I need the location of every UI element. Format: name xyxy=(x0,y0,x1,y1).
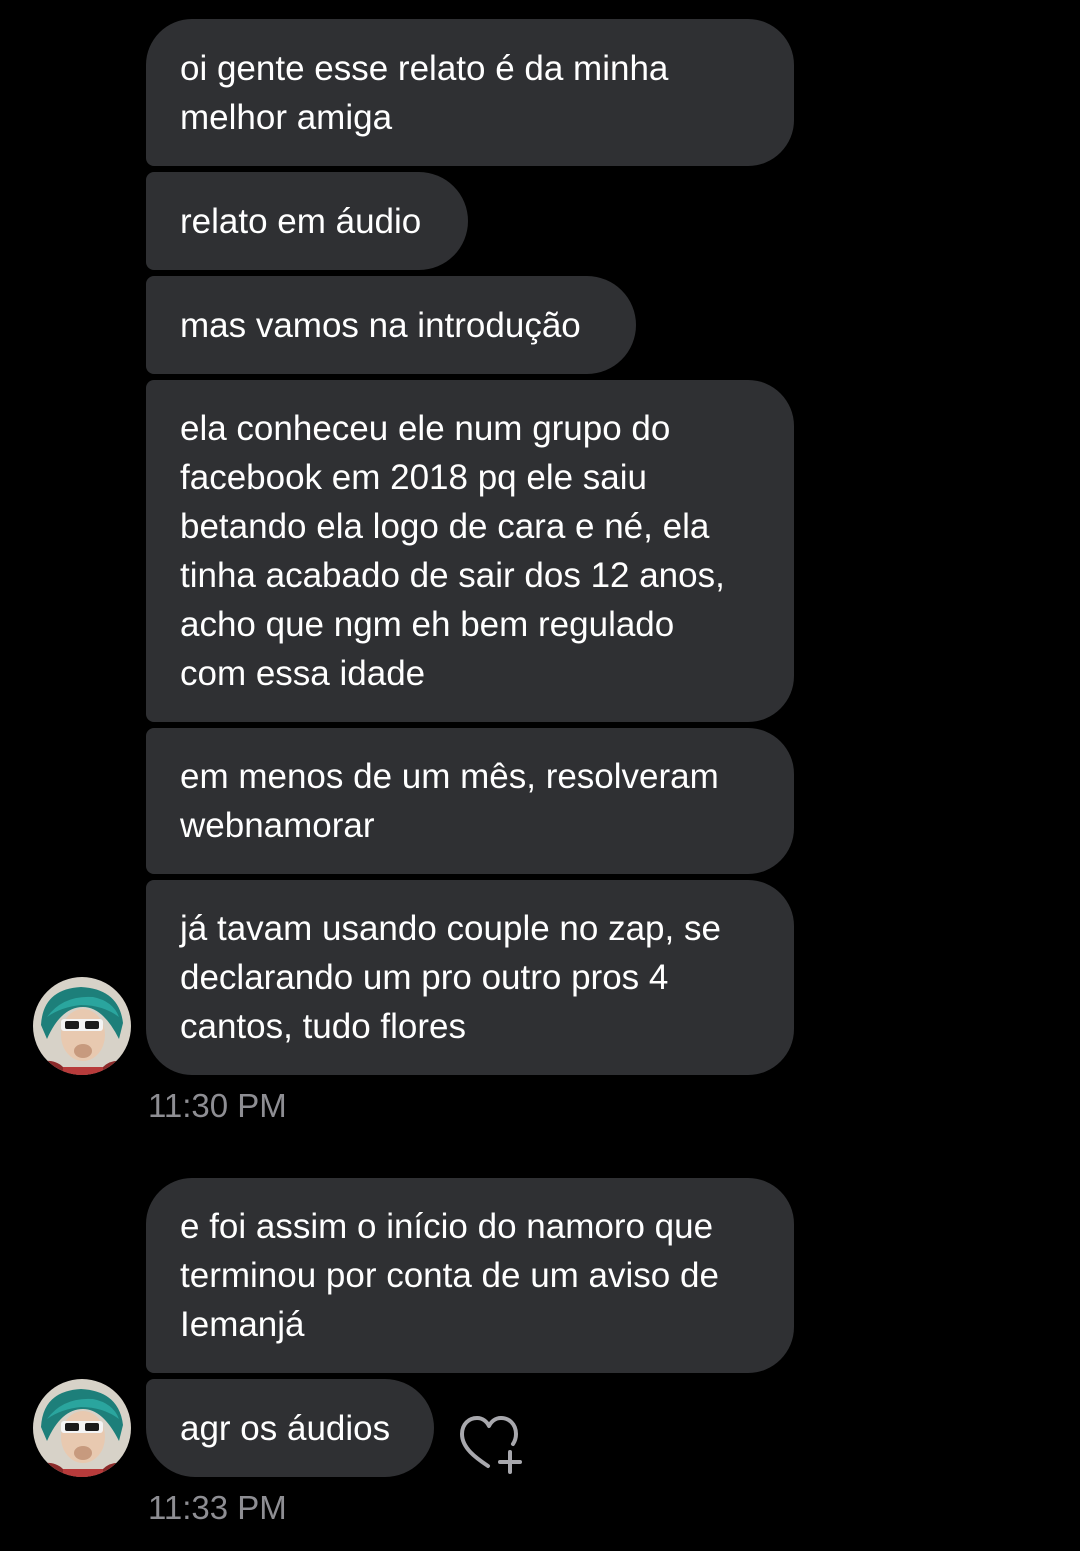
message-text: e foi assim o início do namoro que termi… xyxy=(180,1207,719,1344)
message-text: já tavam usando couple no zap, se declar… xyxy=(180,909,721,1046)
heart-plus-icon[interactable] xyxy=(458,1414,526,1474)
message-timestamp: 11:30 PM xyxy=(148,1087,287,1124)
message-text: agr os áudios xyxy=(180,1408,391,1448)
message-text: oi gente esse relato é da minha melhor a… xyxy=(180,48,669,137)
message-timestamp: 11:33 PM xyxy=(148,1489,287,1526)
message-text: mas vamos na introdução xyxy=(180,305,581,345)
message-text: em menos de um mês, resolveram webnamora… xyxy=(180,757,719,845)
profile-avatar-icon xyxy=(33,977,131,1075)
message-bubble[interactable]: agr os áudios xyxy=(146,1379,434,1477)
message-text: relato em áudio xyxy=(180,201,422,241)
message-bubble[interactable]: mas vamos na introdução xyxy=(146,276,636,374)
message-bubble[interactable]: em menos de um mês, resolveram webnamora… xyxy=(146,728,794,874)
avatar[interactable] xyxy=(33,977,131,1075)
message-bubble[interactable]: e foi assim o início do namoro que termi… xyxy=(146,1178,794,1373)
message-bubble[interactable]: relato em áudio xyxy=(146,172,468,270)
profile-avatar-icon xyxy=(33,1379,131,1477)
message-bubble[interactable]: já tavam usando couple no zap, se declar… xyxy=(146,880,794,1075)
message-bubble[interactable]: oi gente esse relato é da minha melhor a… xyxy=(146,19,794,166)
avatar[interactable] xyxy=(33,1379,131,1477)
message-text: ela conheceu ele num grupo do facebook e… xyxy=(180,409,725,693)
message-bubble[interactable]: ela conheceu ele num grupo do facebook e… xyxy=(146,380,794,722)
